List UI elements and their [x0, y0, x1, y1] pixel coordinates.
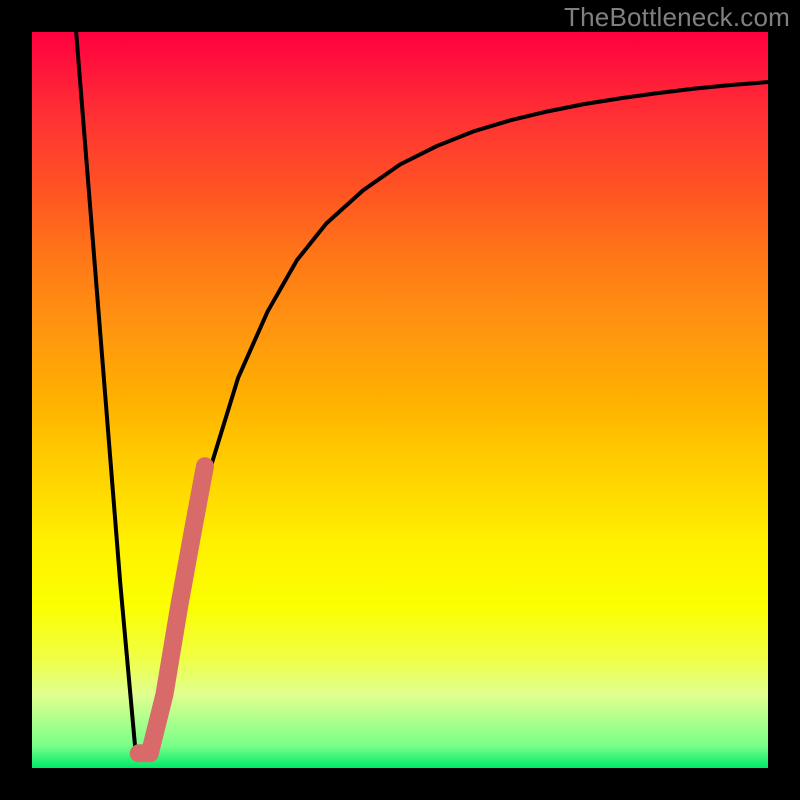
highlight-segment-path	[139, 466, 205, 753]
chart-frame: TheBottleneck.com	[0, 0, 800, 800]
chart-svg	[32, 32, 768, 768]
plot-area	[32, 32, 768, 768]
watermark-text: TheBottleneck.com	[564, 2, 790, 33]
